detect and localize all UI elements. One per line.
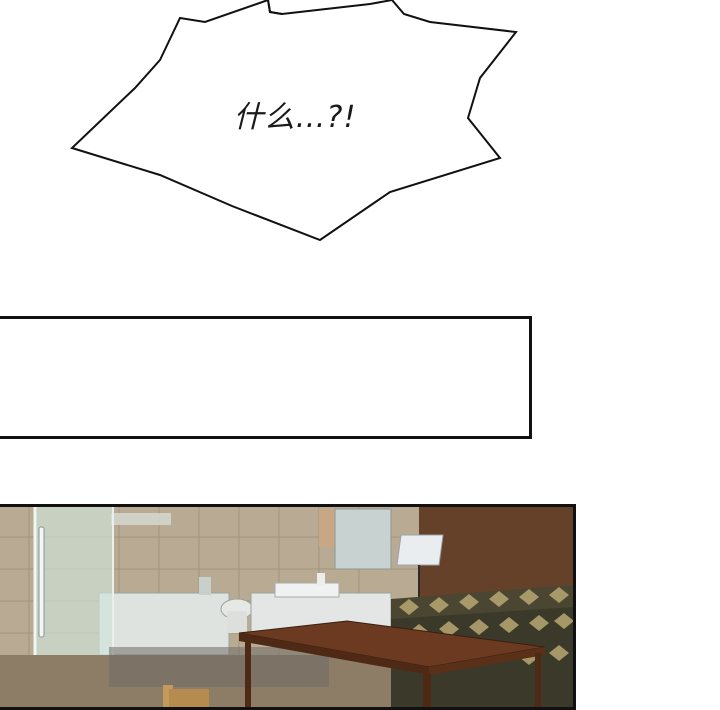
bathtub [98,592,230,656]
caption-box [0,316,532,439]
towel-rack [111,513,171,525]
room-scene [0,507,573,707]
comic-page: 什么…?! [0,0,720,710]
room-illustration-panel [0,504,576,710]
floor-lamp [396,534,444,566]
mirror [334,508,392,570]
speech-bubble-text: 什么…?! [233,100,357,135]
sink [274,582,340,598]
